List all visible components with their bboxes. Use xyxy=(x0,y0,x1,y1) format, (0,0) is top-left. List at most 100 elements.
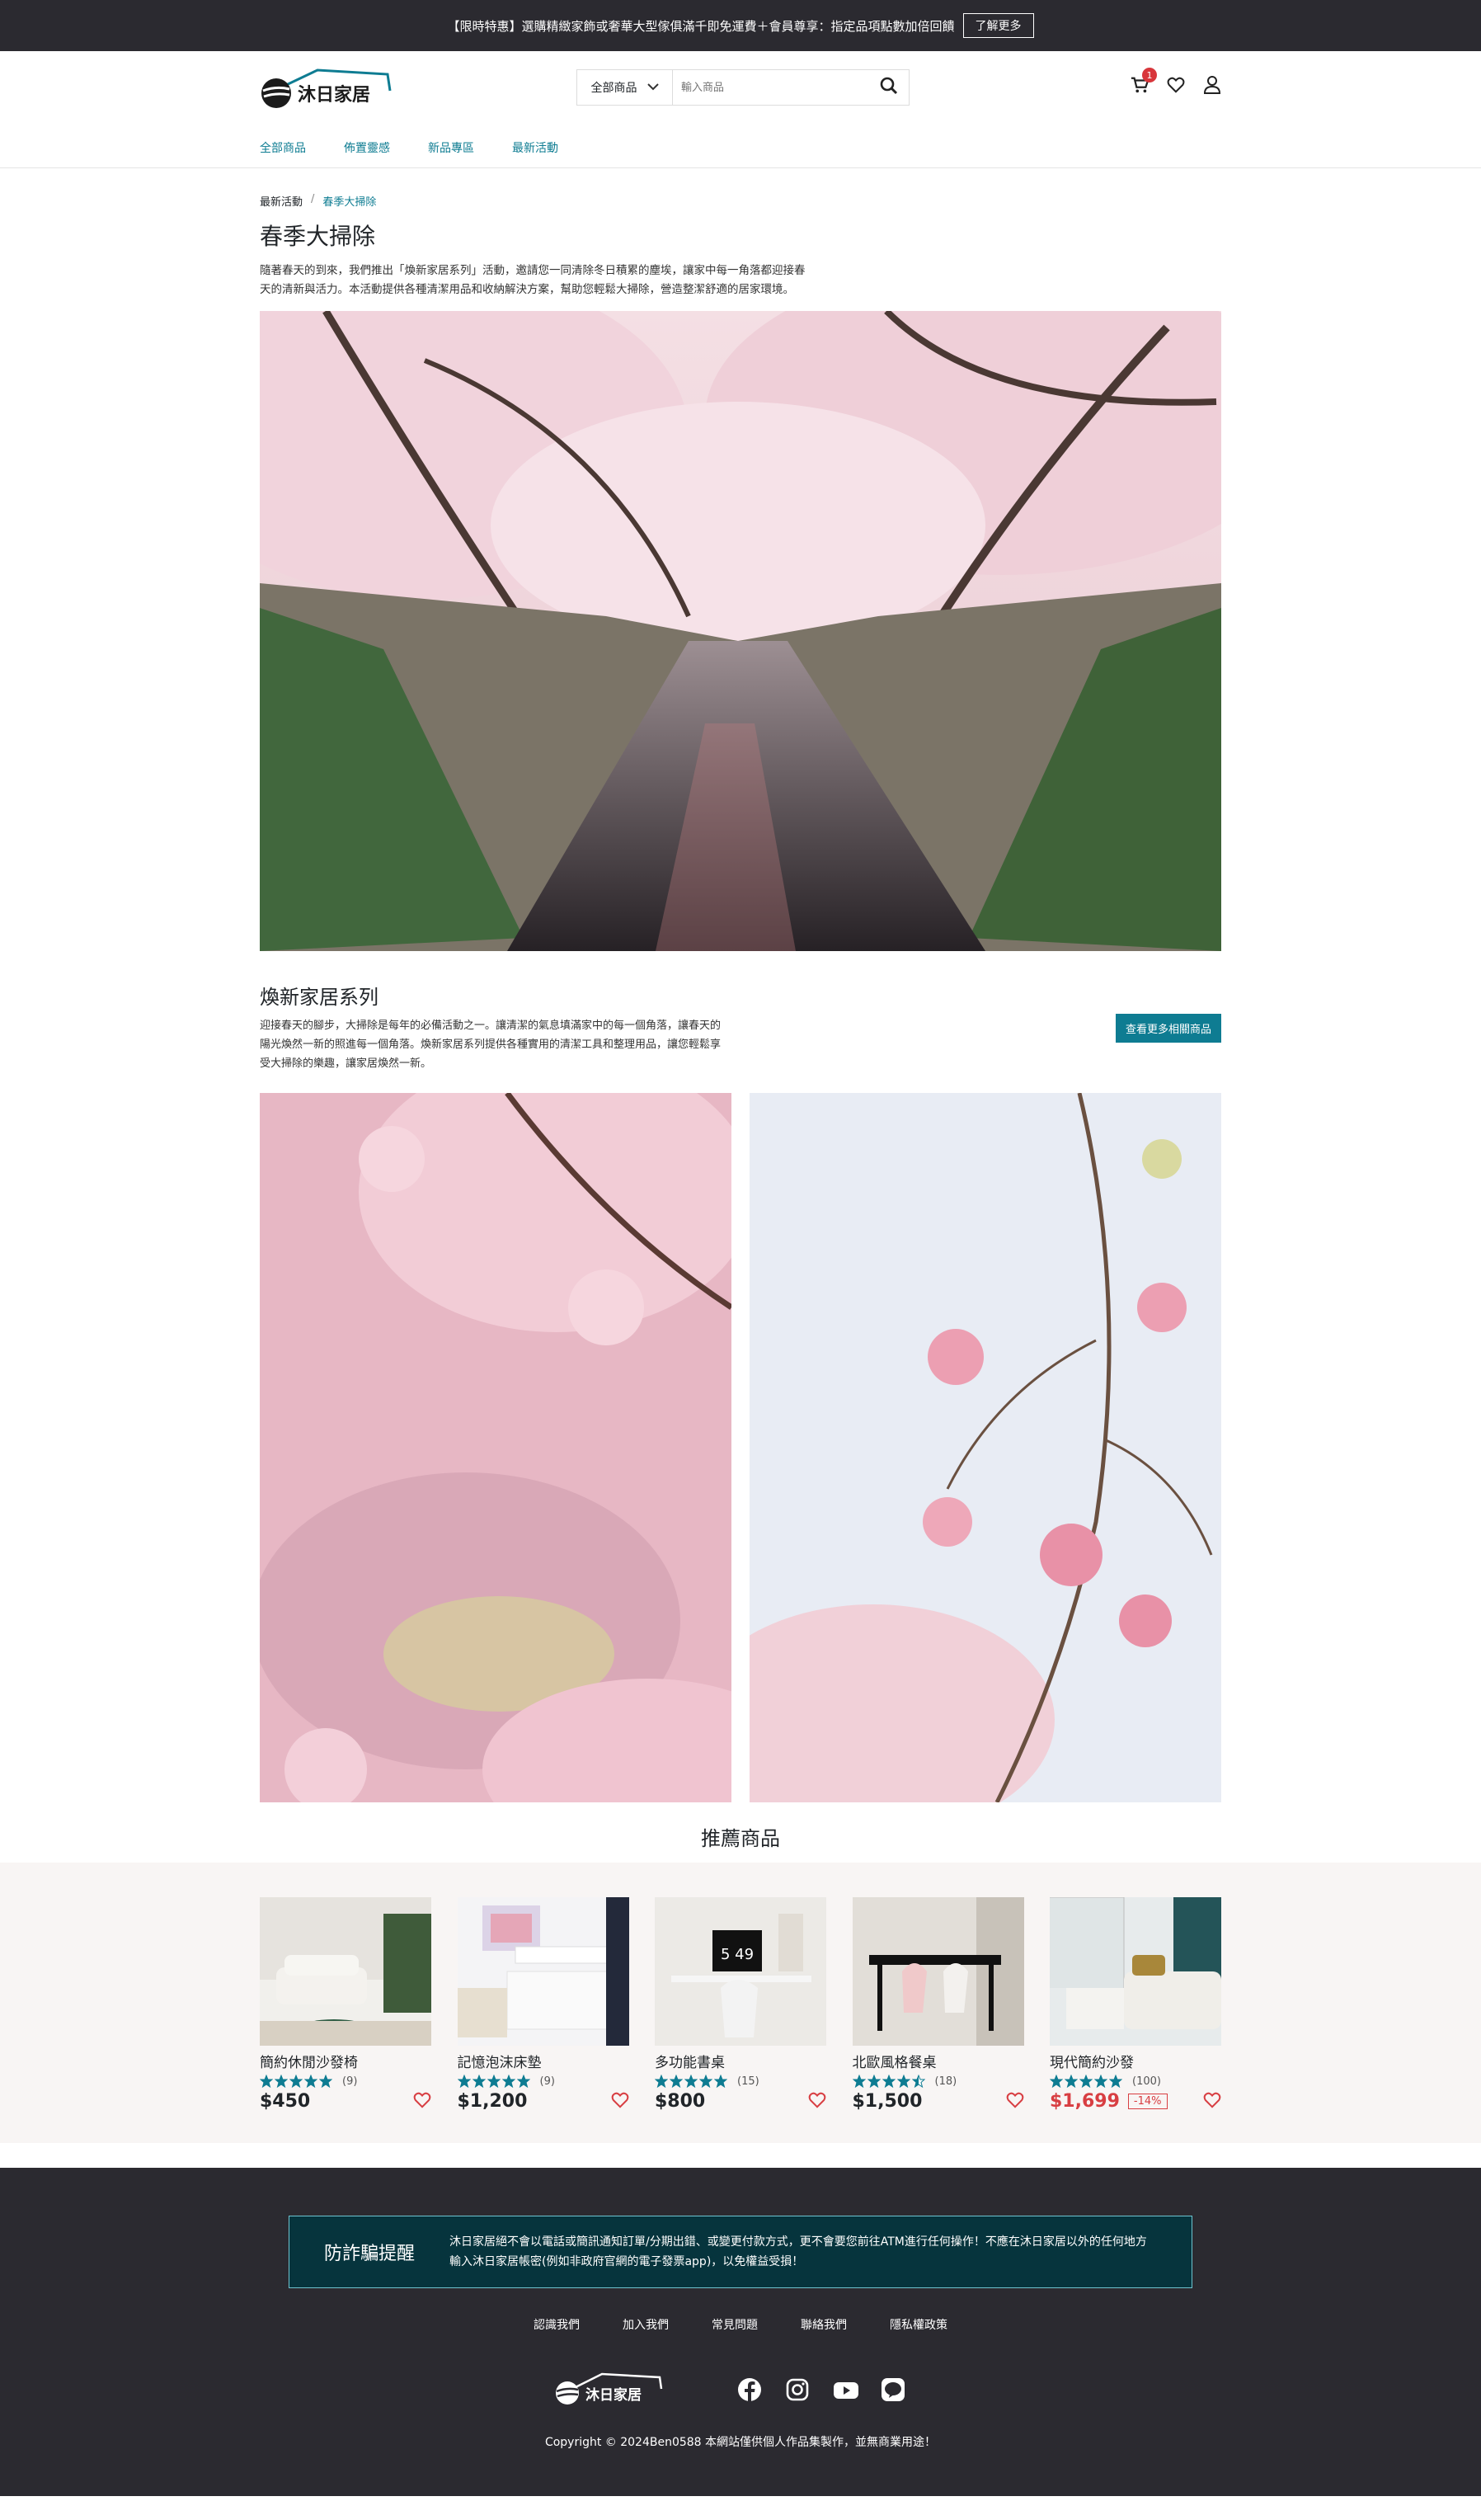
review-count: (9) xyxy=(539,2075,555,2088)
main-nav: 全部商品 佈置靈感 新品專區 最新活動 xyxy=(0,127,1481,168)
rating-star-icon xyxy=(260,2075,273,2088)
rating-star-icon xyxy=(289,2075,303,2088)
promo-bar: 【限時特惠】選購精緻家飾或奢華大型傢俱滿千即免運費＋會員尊享：指定品項點數加倍回… xyxy=(0,0,1481,51)
product-rating: (15) xyxy=(655,2075,826,2088)
product-card[interactable]: 簡約休閒沙發椅 (9) $450 xyxy=(260,1897,431,2112)
nav-all-products[interactable]: 全部商品 xyxy=(260,139,306,156)
add-to-wishlist-heart-icon[interactable] xyxy=(1203,2092,1221,2112)
footer-link-join[interactable]: 加入我們 xyxy=(623,2316,669,2333)
hero-image xyxy=(260,311,1221,951)
footer-link-contact[interactable]: 聯絡我們 xyxy=(801,2316,847,2333)
rating-star-icon xyxy=(275,2075,288,2088)
review-count: (18) xyxy=(934,2075,957,2088)
product-card[interactable]: 5 49 多功能書桌 (15) $800 xyxy=(655,1897,826,2112)
rating-star-icon xyxy=(1079,2075,1093,2088)
review-count: (100) xyxy=(1132,2075,1161,2088)
add-to-wishlist-heart-icon[interactable] xyxy=(808,2092,826,2112)
rating-star-icon xyxy=(655,2075,668,2088)
view-related-products-button[interactable]: 查看更多相關商品 xyxy=(1115,1014,1221,1043)
product-card[interactable]: 現代簡約沙發 (100) $1,699 -14% xyxy=(1050,1897,1221,2112)
category-dropdown[interactable]: 全部商品 xyxy=(577,70,673,105)
social-icons xyxy=(737,2377,905,2402)
product-name[interactable]: 多功能書桌 xyxy=(655,2051,826,2071)
rating-star-icon xyxy=(501,2075,515,2088)
series-title: 煥新家居系列 xyxy=(260,986,378,1009)
search-button[interactable] xyxy=(869,70,909,105)
product-price: $800 xyxy=(655,2091,706,2112)
product-image[interactable] xyxy=(852,1897,1024,2046)
product-rating: (100) xyxy=(1050,2075,1221,2088)
product-price: $1,500 xyxy=(852,2091,923,2112)
product-image[interactable]: 5 49 xyxy=(655,1897,826,2046)
series-images xyxy=(260,1093,1221,1802)
cart-icon[interactable]: 1 xyxy=(1131,68,1157,94)
brand-name: 沐日家居 xyxy=(298,84,370,106)
promo-learn-more-button[interactable]: 了解更多 xyxy=(962,13,1034,38)
product-image[interactable] xyxy=(260,1897,431,2046)
product-image[interactable] xyxy=(1050,1897,1221,2046)
rating-star-icon xyxy=(714,2075,727,2088)
rating-star-icon xyxy=(852,2075,866,2088)
product-rating: (18) xyxy=(852,2075,1024,2088)
discount-badge: -14% xyxy=(1127,2094,1168,2109)
fraud-warning: 防詐騙提醒 沐日家居絕不會以電話或簡訊通知訂單/分期出錯、或變更付款方式，更不會… xyxy=(289,2216,1192,2288)
rating-star-icon xyxy=(882,2075,896,2088)
instagram-icon[interactable] xyxy=(785,2377,810,2402)
facebook-icon[interactable] xyxy=(737,2377,762,2402)
product-rating: (9) xyxy=(260,2075,431,2088)
breadcrumb: 最新活動 / 春季大掃除 xyxy=(260,193,1221,209)
footer-logo[interactable]: 沐日家居 xyxy=(554,2371,663,2407)
product-card[interactable]: 北歐風格餐桌 (18) $1,500 xyxy=(852,1897,1024,2112)
header-icons: 1 xyxy=(1131,68,1221,94)
rating-star-icon xyxy=(684,2075,698,2088)
search-input[interactable] xyxy=(673,70,869,105)
page-description: 隨著春天的到來，我們推出「煥新家居系列」活動，邀請您一同清除冬日積累的塵埃，讓家… xyxy=(260,264,806,296)
breadcrumb-current: 春季大掃除 xyxy=(322,196,377,209)
recommended-title: 推薦商品 xyxy=(701,1827,780,1850)
add-to-wishlist-heart-icon[interactable] xyxy=(413,2092,431,2112)
rating-star-icon xyxy=(896,2075,910,2088)
user-icon[interactable] xyxy=(1203,76,1221,94)
footer-link-faq[interactable]: 常見問題 xyxy=(712,2316,758,2333)
product-rating: (9) xyxy=(457,2075,629,2088)
desk-clock-display: 5 49 xyxy=(721,1946,754,1963)
rating-star-icon xyxy=(319,2075,332,2088)
breadcrumb-separator: / xyxy=(311,193,315,205)
wishlist-heart-icon[interactable] xyxy=(1167,76,1185,94)
footer-link-privacy[interactable]: 隱私權政策 xyxy=(890,2316,947,2333)
rating-star-icon xyxy=(670,2075,683,2088)
rating-star-icon xyxy=(1050,2075,1063,2088)
rating-star-icon xyxy=(867,2075,881,2088)
cart-count-badge: 1 xyxy=(1142,68,1157,82)
youtube-icon[interactable] xyxy=(833,2377,858,2402)
rating-star-icon xyxy=(304,2075,317,2088)
product-name[interactable]: 現代簡約沙發 xyxy=(1050,2051,1221,2071)
rating-star-icon xyxy=(699,2075,712,2088)
series-description: 迎接春天的腳步，大掃除是每年的必備活動之一。讓清潔的氣息填滿家中的每一個角落，讓… xyxy=(260,1020,722,1070)
review-count: (15) xyxy=(737,2075,759,2088)
rating-star-icon xyxy=(472,2075,486,2088)
product-name[interactable]: 記憶泡沫床墊 xyxy=(458,2051,629,2071)
category-label: 全部商品 xyxy=(590,82,637,95)
rating-star-icon xyxy=(516,2075,530,2088)
breadcrumb-latest-events[interactable]: 最新活動 xyxy=(260,193,303,209)
brand-logo[interactable]: 沐日家居 xyxy=(260,66,392,111)
product-card[interactable]: 記憶泡沫床墊 (9) $1,200 xyxy=(457,1897,629,2112)
review-count: (9) xyxy=(342,2075,358,2088)
footer-link-about[interactable]: 認識我們 xyxy=(534,2316,580,2333)
add-to-wishlist-heart-icon[interactable] xyxy=(611,2092,629,2112)
product-name[interactable]: 簡約休閒沙發椅 xyxy=(260,2051,431,2071)
fraud-warning-text: 沐日家居絕不會以電話或簡訊通知訂單/分期出錯、或變更付款方式，更不會要您前往AT… xyxy=(449,2235,1147,2268)
blossom-image-left xyxy=(260,1093,731,1802)
fraud-warning-label: 防詐騙提醒 xyxy=(323,2244,415,2264)
nav-inspiration[interactable]: 佈置靈感 xyxy=(344,139,390,156)
nav-latest-events[interactable]: 最新活動 xyxy=(512,139,558,156)
product-name[interactable]: 北歐風格餐桌 xyxy=(853,2051,1024,2071)
product-image[interactable] xyxy=(457,1897,629,2046)
nav-new-arrivals[interactable]: 新品專區 xyxy=(428,139,474,156)
blossom-image-right xyxy=(750,1093,1221,1802)
footer-brand-name: 沐日家居 xyxy=(585,2386,642,2404)
add-to-wishlist-heart-icon[interactable] xyxy=(1006,2092,1024,2112)
search-icon xyxy=(880,77,898,98)
line-icon[interactable] xyxy=(881,2377,905,2402)
